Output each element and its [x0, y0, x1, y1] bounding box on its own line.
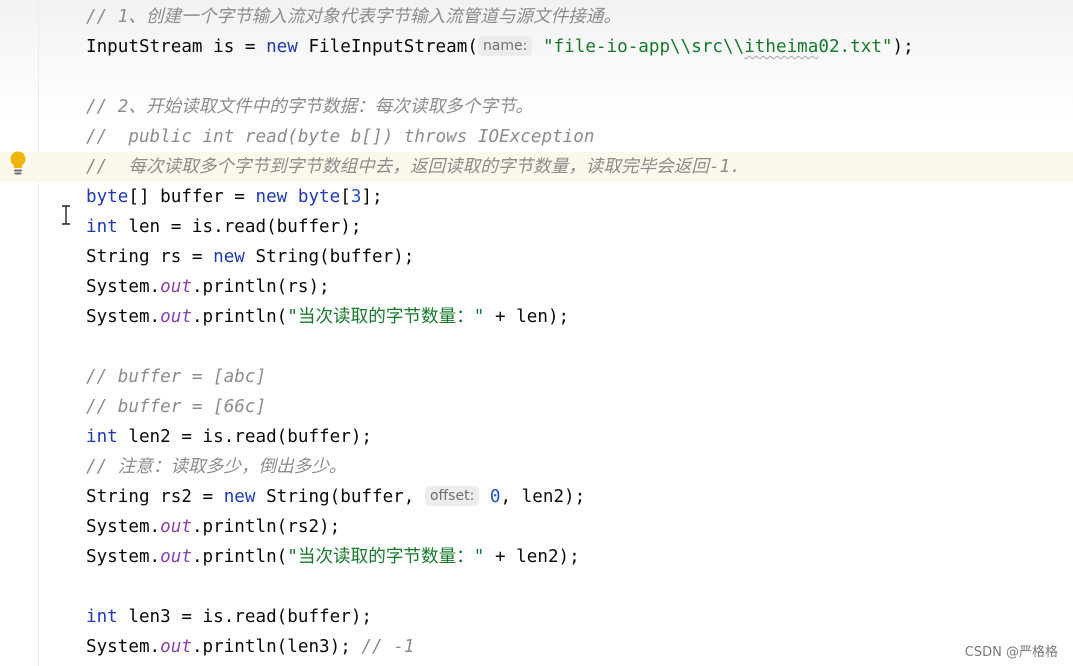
code-line-4[interactable]: // 2、开始读取文件中的字节数据：每次读取多个字节。 — [0, 92, 1073, 122]
code-text: InputStream is = — [86, 37, 267, 57]
string-literal: "当次读取的字节数量：" — [287, 307, 485, 327]
watermark: CSDN @严格格 — [964, 645, 1058, 660]
code-line-1[interactable]: // 1、创建一个字节输入流对象代表字节输入流管道与源文件接通。 — [0, 2, 1073, 32]
code-text: len = is.read(buffer); — [117, 217, 362, 237]
code-text: .println(rs2); — [191, 517, 341, 537]
number-literal: 3 — [350, 187, 362, 207]
comment: // 注意：读取多少，倒出多少。 — [86, 457, 347, 477]
code-text: [] buffer = — [128, 187, 256, 207]
code-line-6-current[interactable]: // 每次读取多个字节到字节数组中去，返回读取的字节数量，读取完毕会返回-1. — [0, 152, 1073, 182]
code-text: System. — [86, 547, 161, 567]
code-line-18[interactable]: System.out.println(rs2); — [0, 512, 1073, 542]
comment: // -1 — [361, 637, 415, 657]
code-line-8[interactable]: int len = is.read(buffer); — [0, 212, 1073, 242]
string-literal-typo: itheima — [744, 37, 819, 57]
keyword: new — [266, 37, 298, 57]
code-text: System. — [86, 517, 161, 537]
comment: // public int read(byte b[]) throws IOEx… — [86, 127, 595, 147]
comment: // 2、开始读取文件中的字节数据：每次读取多个字节。 — [86, 97, 534, 117]
comment: // 每次读取多个字节到字节数组中去，返回读取的字节数量，读取完毕会返回-1. — [86, 157, 741, 177]
code-line-9[interactable]: String rs = new String(buffer); — [0, 242, 1073, 272]
string-literal: "当次读取的字节数量：" — [287, 547, 485, 567]
code-text: .println( — [191, 307, 288, 327]
parameter-hint-offset: offset: — [424, 486, 480, 506]
code-text: len2 = is.read(buffer); — [117, 427, 372, 447]
keyword: new — [255, 187, 288, 207]
keyword: byte — [86, 187, 129, 207]
code-text: len3 = is.read(buffer); — [117, 607, 372, 627]
parameter-hint-name: name: — [477, 36, 533, 56]
code-editor[interactable]: // 1、创建一个字节输入流对象代表字节输入流管道与源文件接通。 InputSt… — [0, 0, 1073, 666]
code-text: + len2); — [484, 547, 580, 567]
number-literal: 0 — [489, 487, 501, 507]
code-text: ); — [892, 37, 914, 57]
keyword: int — [86, 607, 118, 627]
code-line-11[interactable]: System.out.println("当次读取的字节数量：" + len); — [0, 302, 1073, 332]
code-text: String rs2 = — [86, 487, 224, 507]
code-text: System. — [86, 277, 161, 297]
code-text: System. — [86, 637, 161, 657]
code-line-5[interactable]: // public int read(byte b[]) throws IOEx… — [0, 122, 1073, 152]
static-field: out — [160, 637, 192, 657]
code-text: .println(len3); — [191, 637, 362, 657]
keyword: new — [213, 247, 245, 267]
text-cursor-icon — [60, 205, 72, 225]
code-line-2[interactable]: InputStream is = new FileInputStream(nam… — [0, 32, 1073, 62]
code-text: + len); — [484, 307, 570, 327]
code-text: [ — [340, 187, 351, 207]
code-text: ]; — [361, 187, 383, 207]
code-line-17[interactable]: String rs2 = new String(buffer, offset: … — [0, 482, 1073, 512]
code-line-21[interactable]: int len3 = is.read(buffer); — [0, 602, 1073, 632]
code-line-10[interactable]: System.out.println(rs); — [0, 272, 1073, 302]
keyword: int — [86, 217, 118, 237]
code-text: System. — [86, 307, 161, 327]
code-line-13[interactable]: // buffer = [abc] — [0, 362, 1073, 392]
comment: // buffer = [66c] — [86, 397, 267, 417]
code-text: String(buffer, — [255, 487, 425, 507]
keyword: int — [86, 427, 118, 447]
code-text: FileInputStream( — [297, 37, 478, 57]
code-text: .println(rs); — [191, 277, 330, 297]
string-literal: "file-io-app\\src\\ — [542, 37, 745, 57]
code-line-7[interactable]: byte[] buffer = new byte[3]; — [0, 182, 1073, 212]
static-field: out — [160, 277, 192, 297]
code-line-16[interactable]: // 注意：读取多少，倒出多少。 — [0, 452, 1073, 482]
comment: // 1、创建一个字节输入流对象代表字节输入流管道与源文件接通。 — [86, 7, 621, 27]
code-text: .println( — [191, 547, 288, 567]
keyword: byte — [287, 187, 341, 207]
static-field: out — [160, 547, 192, 567]
comment: // buffer = [abc] — [86, 367, 267, 387]
code-text: String rs = — [86, 247, 214, 267]
code-text: , len2); — [500, 487, 586, 507]
static-field: out — [160, 517, 192, 537]
keyword: new — [223, 487, 256, 507]
code-line-19[interactable]: System.out.println("当次读取的字节数量：" + len2); — [0, 542, 1073, 572]
code-line-15[interactable]: int len2 = is.read(buffer); — [0, 422, 1073, 452]
lightbulb-icon[interactable] — [9, 151, 27, 177]
code-text: String(buffer); — [244, 247, 415, 267]
code-line-22[interactable]: System.out.println(len3); // -1 — [0, 632, 1073, 662]
static-field: out — [160, 307, 192, 327]
code-line-14[interactable]: // buffer = [66c] — [0, 392, 1073, 422]
string-literal: 02.txt" — [818, 37, 893, 57]
